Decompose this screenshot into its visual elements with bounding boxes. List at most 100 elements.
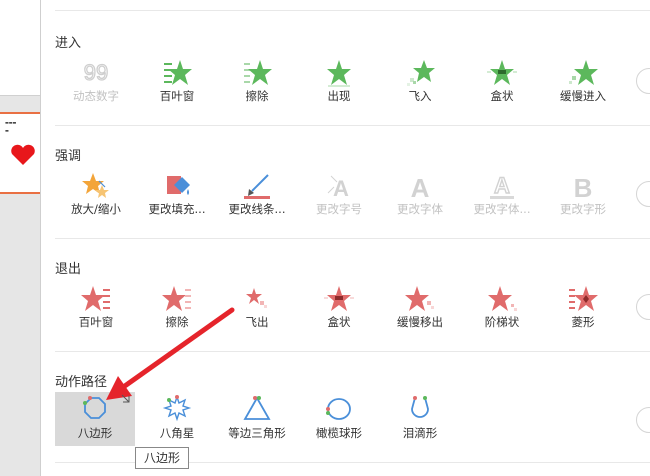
effect-label: 缓慢进入 (560, 89, 606, 103)
box-exit-icon (324, 286, 354, 311)
effect-triangle-path[interactable]: 等边三角形 (212, 392, 302, 450)
effect-label: 动态数字 (73, 89, 119, 103)
effect-change-fill[interactable]: 更改填充... (132, 168, 222, 226)
tooltip: 八边形 (135, 447, 189, 469)
section-divider (55, 10, 650, 11)
svg-text:B: B (574, 173, 593, 201)
effect-label: 更改字形 (560, 202, 606, 216)
change-line-icon (244, 174, 270, 199)
crawl-out-icon (405, 286, 434, 311)
blinds-exit-icon (81, 286, 110, 311)
effect-label: 八角星 (159, 426, 195, 440)
fly-in-star-icon (407, 60, 435, 86)
effect-change-font-style[interactable]: B 更改字形 (538, 168, 628, 226)
section-scroll-handle[interactable] (636, 181, 650, 207)
section-title-motion-path: 动作路径 (55, 375, 108, 390)
effect-label: 擦除 (245, 89, 269, 103)
slide-thumbnail-pane: ▬▬▬ ▬ (0, 0, 41, 476)
octagon-path-icon (83, 396, 106, 419)
effect-change-font-color[interactable]: A 更改字体... (457, 168, 547, 226)
section-scroll-handle[interactable] (636, 294, 650, 320)
section-title-exit: 退出 (55, 262, 82, 277)
effect-eight-point-star-path[interactable]: 八角星 (132, 392, 222, 450)
effect-label: 更改填充... (148, 202, 206, 216)
animation-gallery-window: ▬▬▬ ▬ 进入 99 动态数字 百叶窗 擦除 出现 飞入 盒状 缓慢进入 强调… (0, 0, 650, 476)
eight-point-star-path-icon (162, 395, 192, 422)
teardrop-path-icon (411, 396, 429, 418)
triangle-path-icon (243, 396, 271, 420)
number-99-icon: 99 (83, 59, 109, 85)
effect-label: 放大/缩小 (71, 202, 121, 216)
effect-label: 飞出 (245, 315, 269, 329)
effect-label: 飞入 (408, 89, 432, 103)
section-title-emphasis: 强调 (55, 149, 82, 164)
effect-step-exit[interactable]: 阶梯状 (457, 281, 547, 339)
effect-grow-shrink[interactable]: 放大/缩小 (51, 168, 141, 226)
slide-thumbnail-1[interactable] (0, 0, 40, 96)
grow-shrink-icon (82, 173, 109, 198)
effect-label: 八边形 (77, 426, 113, 440)
effect-fly-out[interactable]: 飞出 (212, 281, 302, 339)
effect-label: 盒状 (327, 315, 351, 329)
section-divider (55, 238, 650, 239)
effect-label: 更改线条... (228, 202, 286, 216)
effect-label: 菱形 (571, 315, 595, 329)
effect-exit-box[interactable]: 盒状 (294, 281, 384, 339)
crawl-in-star-icon (569, 60, 598, 85)
box-star-icon (487, 60, 517, 85)
effect-wipe[interactable]: 擦除 (212, 55, 302, 113)
effect-crawl-out[interactable]: 缓慢移出 (375, 281, 465, 339)
svg-text:A: A (494, 173, 510, 198)
change-fill-icon (167, 176, 190, 195)
move-cursor-icon (121, 394, 130, 403)
effect-label: 擦除 (165, 315, 189, 329)
effect-change-line[interactable]: 更改线条... (212, 168, 302, 226)
effect-crawl-in[interactable]: 缓慢进入 (538, 55, 628, 113)
effect-exit-wipe[interactable]: 擦除 (132, 281, 222, 339)
svg-text:A: A (411, 173, 430, 201)
effect-label: 百叶窗 (159, 89, 195, 103)
effect-label: 更改字体... (473, 202, 531, 216)
heart-shape-icon (11, 144, 35, 165)
effect-blinds[interactable]: 百叶窗 (132, 55, 222, 113)
slide-thumbnail-text: ▬ (5, 128, 9, 133)
football-path-icon (326, 398, 351, 420)
effect-dynamic-number[interactable]: 99 动态数字 (51, 55, 141, 113)
effect-exit-blinds[interactable]: 百叶窗 (51, 281, 141, 339)
effect-teardrop-path[interactable]: 泪滴形 (375, 392, 465, 450)
effect-label: 缓慢移出 (397, 315, 443, 329)
slide-thumbnail-2[interactable]: ▬▬▬ ▬ (0, 112, 40, 194)
effect-label: 更改字号 (316, 202, 362, 216)
effect-label: 百叶窗 (78, 315, 114, 329)
section-divider (55, 351, 650, 352)
effect-label: 阶梯状 (484, 315, 520, 329)
effect-change-font[interactable]: A 更改字体 (375, 168, 465, 226)
section-divider (55, 125, 650, 126)
effect-football-path[interactable]: 橄榄球形 (294, 392, 384, 450)
change-font-size-icon: A (327, 175, 349, 201)
effect-appear[interactable]: 出现 (294, 55, 384, 113)
slide-thumbnail-text: ▬▬▬ (5, 120, 17, 125)
svg-text:99: 99 (84, 60, 108, 85)
wipe-exit-icon (162, 286, 191, 311)
change-font-color-icon: A (490, 172, 514, 199)
change-font-icon: A (411, 173, 430, 201)
diamond-exit-icon (569, 286, 598, 311)
step-exit-icon (488, 286, 517, 311)
appear-star-icon (327, 60, 351, 87)
effect-change-font-size[interactable]: A 更改字号 (294, 168, 384, 226)
effect-label: 橄榄球形 (316, 426, 362, 440)
effect-fly-in[interactable]: 飞入 (375, 55, 465, 113)
effect-diamond-exit[interactable]: 菱形 (538, 281, 628, 339)
effect-box[interactable]: 盒状 (457, 55, 547, 113)
wipe-star-icon (244, 60, 272, 85)
blinds-star-icon (164, 60, 192, 85)
section-scroll-handle[interactable] (636, 407, 650, 433)
section-title-enter: 进入 (55, 36, 82, 51)
effect-label: 等边三角形 (228, 426, 286, 440)
effect-label: 泪滴形 (402, 426, 438, 440)
effect-label: 更改字体 (397, 202, 443, 216)
effect-label: 出现 (327, 89, 351, 103)
change-font-style-icon: B (574, 173, 593, 201)
section-scroll-handle[interactable] (636, 68, 650, 94)
